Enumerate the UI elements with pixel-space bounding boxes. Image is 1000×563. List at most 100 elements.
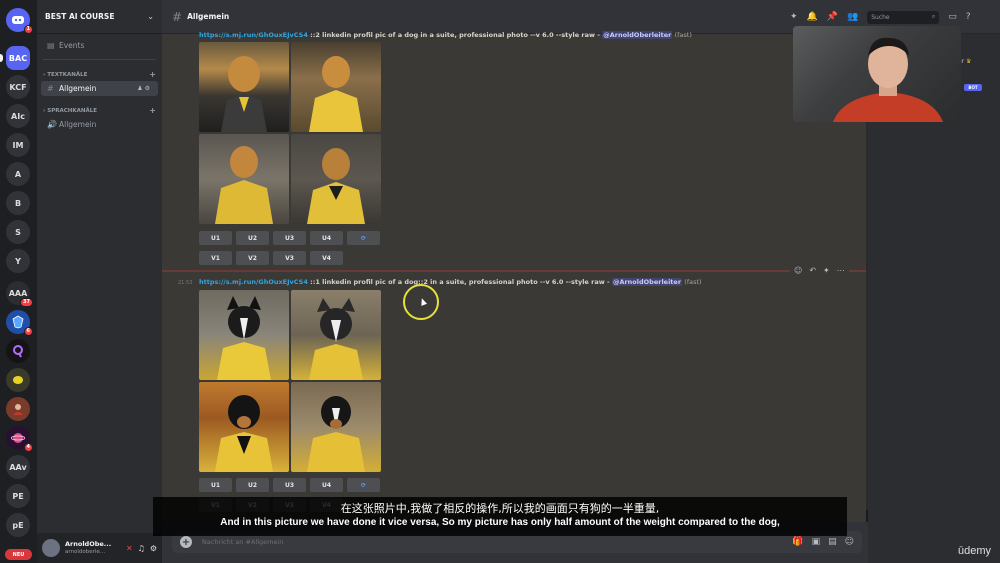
- server-q[interactable]: [6, 339, 30, 363]
- channel-allgemein-text[interactable]: # Allgemein ♟⚙: [41, 81, 158, 96]
- message-input[interactable]: Nachricht an #Allgemein: [202, 538, 283, 546]
- server-pe[interactable]: PE: [6, 484, 30, 508]
- add-channel-icon[interactable]: +: [149, 106, 156, 115]
- mute-mic-icon[interactable]: ✕: [126, 544, 133, 553]
- server-b[interactable]: B: [6, 191, 30, 215]
- chevron-down-icon: ⌄: [147, 12, 154, 21]
- bell-icon[interactable]: 🔔: [807, 12, 818, 22]
- invite-settings-icons[interactable]: ♟⚙: [137, 85, 152, 92]
- subtitle-box: 在这张照片中,我做了相反的操作,所以我的画面只有狗的一半重量, And in t…: [153, 497, 847, 536]
- v1-button[interactable]: V1: [199, 251, 232, 265]
- v3-button[interactable]: V3: [273, 251, 306, 265]
- new-messages-divider: [162, 270, 868, 272]
- more-icon[interactable]: ⋯: [837, 266, 845, 275]
- events-item[interactable]: ▤ Events: [41, 38, 158, 53]
- discord-home-button[interactable]: 1: [6, 8, 33, 34]
- prompt-text: ::2 linkedin profil pic of a dog in a su…: [307, 31, 603, 39]
- u1-button[interactable]: U1: [199, 478, 232, 492]
- generated-image[interactable]: [199, 42, 289, 132]
- new-badge[interactable]: NEU: [5, 549, 32, 560]
- attach-plus-icon[interactable]: +: [180, 536, 192, 548]
- threads-icon[interactable]: ✦: [790, 12, 798, 22]
- server-lemon[interactable]: [6, 368, 30, 392]
- speed-tag: (fast): [684, 278, 702, 286]
- image-grid[interactable]: [199, 290, 381, 472]
- server-planet[interactable]: 4: [6, 426, 33, 452]
- channel-allgemein-voice[interactable]: 🔊 Allgemein: [41, 117, 158, 132]
- user-panel: ArnoldObe... arnoldoberle... ✕ ♫ ⚙: [37, 533, 162, 563]
- generated-image[interactable]: [199, 290, 289, 380]
- user-mention[interactable]: @ArnoldOberleiter: [611, 278, 683, 286]
- generated-image[interactable]: [291, 134, 381, 224]
- server-s[interactable]: S: [6, 220, 30, 244]
- server-aav[interactable]: AAv: [6, 455, 30, 479]
- u2-button[interactable]: U2: [236, 231, 269, 245]
- generated-image[interactable]: [291, 290, 381, 380]
- u1-button[interactable]: U1: [199, 231, 232, 245]
- server-aaa[interactable]: AAA 37: [6, 281, 33, 307]
- category-text-label: TEXTKANÄLE: [47, 71, 88, 78]
- generated-image[interactable]: [199, 134, 289, 224]
- image-grid[interactable]: [199, 42, 381, 224]
- inbox-icon[interactable]: ▭: [948, 12, 957, 22]
- u4-button[interactable]: U4: [310, 478, 343, 492]
- category-text[interactable]: › TEXTKANÄLE +: [37, 70, 162, 79]
- u3-button[interactable]: U3: [273, 231, 306, 245]
- v4-button[interactable]: V4: [310, 251, 343, 265]
- webcam-overlay: [793, 26, 961, 122]
- server-header[interactable]: BEST AI COURSE ⌄: [37, 0, 162, 34]
- u3-button[interactable]: U3: [273, 478, 306, 492]
- server-a[interactable]: A: [6, 162, 30, 186]
- avatar[interactable]: [42, 539, 60, 557]
- discord-icon: [12, 16, 24, 24]
- server-im[interactable]: IM: [6, 133, 30, 157]
- generated-image[interactable]: [199, 382, 289, 472]
- lemon-icon: [13, 376, 23, 384]
- presenter-video-icon: [833, 37, 943, 122]
- members-icon[interactable]: 👥: [847, 12, 858, 22]
- pin-icon[interactable]: 📌: [827, 12, 838, 22]
- prompt-link[interactable]: https://s.mj.run/GhOuxEJvCS4: [199, 278, 308, 286]
- category-voice[interactable]: › SPRACHKANÄLE +: [37, 106, 162, 115]
- v2-button[interactable]: V2: [236, 251, 269, 265]
- user-mention[interactable]: @ArnoldOberleiter: [602, 31, 673, 39]
- headphones-icon[interactable]: ♫: [138, 544, 145, 553]
- person-avatar-icon: [13, 404, 23, 415]
- server-shield[interactable]: 6: [6, 310, 33, 336]
- variation-buttons: V1 V2 V3 V4: [199, 251, 343, 265]
- gear-icon[interactable]: ⚙: [150, 544, 157, 553]
- app-icon[interactable]: ✦: [823, 266, 830, 275]
- server-rail: 1 BAC KCF AIc IM A B S Y AAA 37 6 4 AAv …: [0, 0, 37, 563]
- prompt-text: ::1 linkedin profil pic of a dog::2 in a…: [307, 278, 612, 286]
- search-input[interactable]: Suche ⌕: [867, 10, 940, 24]
- chevron-down-icon: ›: [43, 107, 46, 114]
- upscale-buttons: U1 U2 U3 U4 ⟳: [199, 478, 380, 492]
- message-prompt: https://s.mj.run/GhOuxEJvCS4 ::1 linkedi…: [199, 278, 702, 286]
- prompt-link[interactable]: https://s.mj.run/GhOuxEJvCS4: [199, 31, 308, 39]
- server-avatar[interactable]: [6, 397, 30, 421]
- help-icon[interactable]: ?: [966, 12, 971, 22]
- sticker-icon[interactable]: ▤: [828, 537, 837, 547]
- generated-image[interactable]: [291, 42, 381, 132]
- reroll-button[interactable]: ⟳: [347, 478, 380, 492]
- user-status: arnoldoberle...: [65, 549, 106, 555]
- server-pe-lower[interactable]: pE: [6, 513, 30, 537]
- reaction-icon[interactable]: ☺: [794, 266, 802, 275]
- gift-icon[interactable]: 🎁: [792, 537, 803, 547]
- generated-image[interactable]: [291, 382, 381, 472]
- u4-button[interactable]: U4: [310, 231, 343, 245]
- calendar-icon: ▤: [47, 41, 55, 50]
- message-prompt: https://s.mj.run/GhOuxEJvCS4 ::2 linkedi…: [199, 31, 692, 39]
- notification-badge: 4: [23, 443, 33, 452]
- server-y[interactable]: Y: [6, 249, 30, 273]
- server-bac[interactable]: BAC: [6, 46, 30, 70]
- hashtag-icon: #: [172, 9, 183, 24]
- gif-icon[interactable]: ▣: [812, 537, 821, 547]
- u2-button[interactable]: U2: [236, 478, 269, 492]
- server-kcf[interactable]: KCF: [6, 75, 30, 99]
- server-aic[interactable]: AIc: [6, 104, 30, 128]
- add-channel-icon[interactable]: +: [149, 70, 156, 79]
- emoji-icon[interactable]: ☺: [845, 537, 854, 547]
- reply-icon[interactable]: ↶: [809, 266, 816, 275]
- reroll-button[interactable]: ⟳: [347, 231, 380, 245]
